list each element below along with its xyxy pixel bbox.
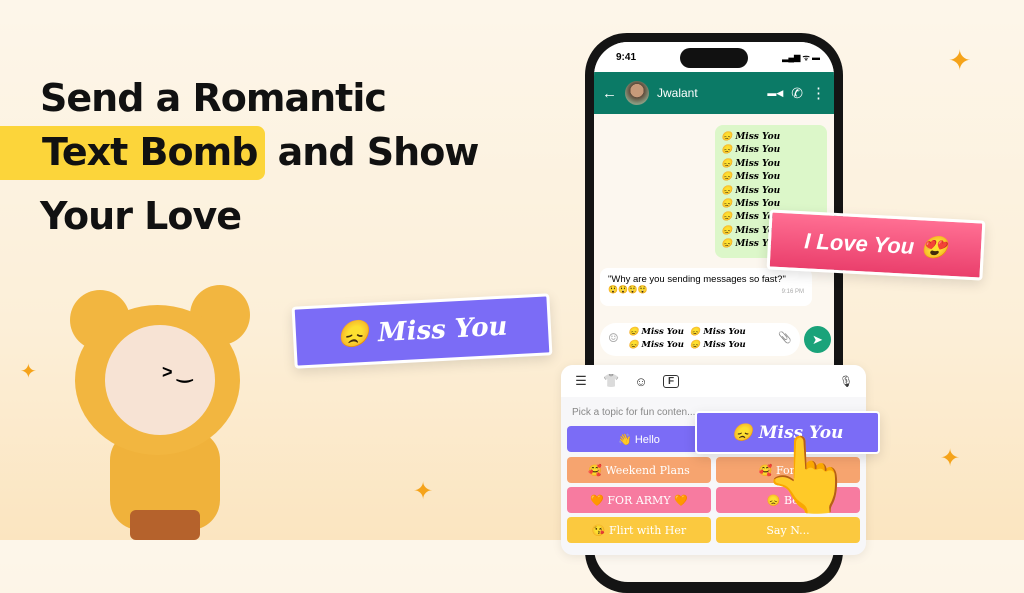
status-icons: ▂▄▆ ᯤ ▬ xyxy=(782,52,820,62)
status-bar: 9:41 ▂▄▆ ᯤ ▬ xyxy=(594,42,834,72)
sparkle-icon: ✦ xyxy=(20,361,37,383)
message-time: 9:16 PM xyxy=(781,289,804,295)
text-icon[interactable]: ☰ xyxy=(573,373,589,389)
back-icon[interactable]: ← xyxy=(602,85,617,102)
pointer-hand-icon: 👆 xyxy=(762,433,855,516)
sent-line: 😞 Miss You xyxy=(721,132,781,142)
keyboard-toolbar: ☰ 👕 ☺ F 🎙 xyxy=(561,365,866,397)
input-line: 😞 Miss You 😞 Miss You xyxy=(628,327,746,337)
send-button[interactable]: ➤ xyxy=(804,326,831,353)
received-message: "Why are you sending messages so fast?" … xyxy=(600,268,812,306)
avatar[interactable] xyxy=(625,81,649,105)
emoji-icon[interactable]: ☺ xyxy=(608,332,619,345)
headline-line3: Your Love xyxy=(40,194,242,238)
sticker-icon[interactable]: ☺ xyxy=(633,374,649,389)
headline-line1: Send a Romantic xyxy=(40,76,387,120)
mic-icon[interactable]: 🎙 xyxy=(838,375,854,388)
video-call-icon[interactable]: ▬◀ xyxy=(767,88,783,99)
chat-header: ← Jwalant ▬◀ ✆ ⋮ xyxy=(594,72,834,114)
sparkle-icon: ✦ xyxy=(413,478,434,505)
i-love-you-card: I Love You 😍 xyxy=(766,209,986,281)
headline-highlight: Text Bomb xyxy=(0,126,266,180)
shirt-icon[interactable]: 👕 xyxy=(603,373,619,389)
attach-icon[interactable]: 📎 xyxy=(778,331,792,344)
miss-you-card: 😞 Miss You xyxy=(291,293,553,369)
input-line: 😞 Miss You 😞 Miss You xyxy=(628,340,746,350)
menu-icon[interactable]: ⋮ xyxy=(811,84,826,102)
sent-line: 😞 Miss You xyxy=(721,172,781,183)
sent-line: 😞 Miss You xyxy=(721,158,781,169)
font-icon[interactable]: F xyxy=(663,374,679,388)
status-time: 9:41 xyxy=(616,51,637,63)
sparkle-icon: ✦ xyxy=(948,45,972,76)
message-text: "Why are you sending messages so fast?" xyxy=(608,274,786,285)
topic-button[interactable]: 👋 Hello xyxy=(567,426,711,452)
mascot-illustration: > ‿ xyxy=(70,280,270,540)
phone-call-icon[interactable]: ✆ xyxy=(791,85,803,102)
topic-button[interactable]: 🧡 FOR ARMY 🧡 xyxy=(567,487,711,513)
sent-line: 😞 Miss You xyxy=(721,145,781,156)
headline-line2-rest: and Show xyxy=(277,130,480,174)
topic-button[interactable]: 🥰 Weekend Plans xyxy=(567,457,711,483)
message-emojis: 😲😲😲😲 xyxy=(608,285,648,294)
sparkle-icon: ✦ xyxy=(940,445,961,472)
message-input[interactable]: ☺ 😞 Miss You 😞 Miss You 😞 Miss You 😞 Mis… xyxy=(600,323,800,356)
topic-button[interactable]: Say N... xyxy=(716,517,860,543)
headline-line2: Text Bomb and Show xyxy=(0,126,480,180)
topic-button[interactable]: 😘 Flirt with Her xyxy=(567,517,711,543)
sent-line: 😞 Miss You xyxy=(721,185,781,196)
contact-name[interactable]: Jwalant xyxy=(657,86,759,100)
